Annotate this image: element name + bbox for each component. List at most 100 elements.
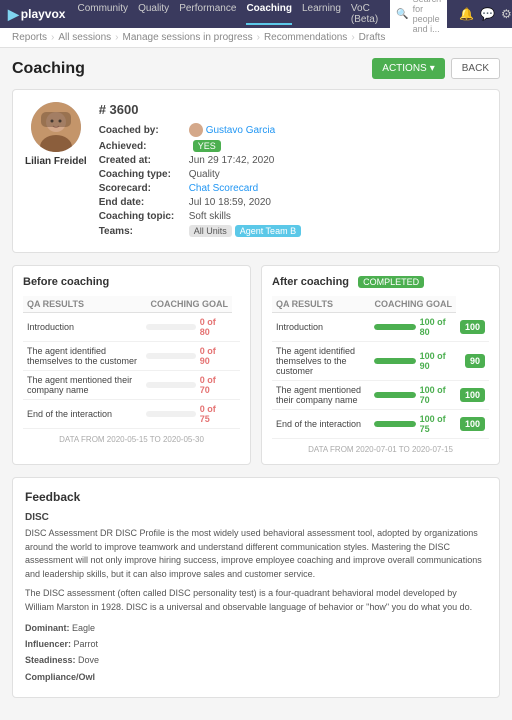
qa-goal: 100 [456,410,489,439]
score-text: 0 of 75 [200,404,228,424]
nav-icons: 🔔 💬 ⚙ ❓ 👤 [459,7,512,21]
qa-goal: 100 [456,313,489,342]
team-badge-agent-team: Agent Team B [235,225,301,237]
type-label: Coaching type: [99,169,189,180]
agent-avatar-section: Lilian Freidel [25,102,87,240]
score-bar-bg [374,392,416,398]
coach-avatar-sm [189,123,203,137]
created-label: Created at: [99,155,189,166]
before-col-qa: QA RESULTS [23,296,142,313]
qa-label: Introduction [272,313,370,342]
score-text: 0 of 70 [200,375,228,395]
feedback-text-2: The DISC assessment (often called DISC p… [25,587,487,614]
score-text: 0 of 80 [200,317,228,337]
achieved-row: Achieved: YES [99,140,487,152]
score-bar-bg [374,421,416,427]
after-col-goal: COACHING GOAL [370,296,456,313]
qa-label: The agent mentioned their company name [23,371,142,400]
agent-avatar [31,102,81,152]
qa-goal: 100 [456,381,489,410]
table-row: End of the interaction 100 of 75 100 [272,410,489,439]
nav-coaching[interactable]: Coaching [246,3,292,25]
qa-label: End of the interaction [23,400,142,429]
table-row: Introduction 0 of 80 [23,313,240,342]
enddate-value: Jul 10 18:59, 2020 [189,197,271,208]
nav-voc[interactable]: VoC (Beta) [351,3,378,25]
before-coaching-section: Before coaching QA RESULTS COACHING GOAL… [12,265,251,465]
qa-label: Introduction [23,313,142,342]
score-bar-bg [146,411,195,417]
page-title: Coaching [12,60,85,78]
score-bar-bg [374,358,416,364]
qa-score: 100 of 70 [370,381,456,410]
agent-name: Lilian Freidel [25,156,87,167]
coached-by-label: Coached by: [99,125,189,136]
scorecard-row: Scorecard: Chat Scorecard [99,183,487,194]
created-row: Created at: Jun 29 17:42, 2020 [99,155,487,166]
completed-badge: COMPLETED [358,276,424,288]
created-value: Jun 29 17:42, 2020 [189,155,275,166]
score-bar-bg [146,353,195,359]
goal-badge: 100 [460,388,485,402]
score-bar [374,392,416,398]
before-coaching-table: QA RESULTS COACHING GOAL Introduction 0 … [23,296,240,429]
back-button[interactable]: BACK [451,58,500,79]
list-item: Influencer: Parrot [25,636,487,652]
coach-name[interactable]: Gustavo Garcia [206,125,275,136]
breadcrumb-all-sessions[interactable]: All sessions [58,32,111,43]
score-text: 100 of 80 [420,317,452,337]
teams-row: Teams: All Units Agent Team B [99,225,487,237]
team-badge-all-units: All Units [189,225,232,237]
scorecard-label: Scorecard: [99,183,189,194]
qa-goal [232,342,240,371]
breadcrumb-reports[interactable]: Reports [12,32,47,43]
nav-quality[interactable]: Quality [138,3,169,25]
coaching-sections: Before coaching QA RESULTS COACHING GOAL… [12,265,500,465]
list-item: Compliance/Owl [25,669,487,685]
breadcrumb-manage-sessions[interactable]: Manage sessions in progress [123,32,253,43]
feedback-text-1: DISC Assessment DR DISC Profile is the m… [25,527,487,581]
teams-label: Teams: [99,226,189,237]
qa-score: 0 of 80 [142,313,232,342]
enddate-label: End date: [99,197,189,208]
qa-score: 0 of 70 [142,371,232,400]
settings-icon[interactable]: ⚙ [501,7,512,21]
actions-label: ACTIONS [382,63,426,74]
score-text: 100 of 70 [420,385,452,405]
breadcrumb-drafts[interactable]: Drafts [359,32,386,43]
header-buttons: ACTIONS ▾ BACK [372,58,500,79]
qa-score: 100 of 75 [370,410,456,439]
breadcrumb-recommendations[interactable]: Recommendations [264,32,347,43]
search-icon: 🔍 [396,9,408,20]
qa-label: End of the interaction [272,410,370,439]
nav-learning[interactable]: Learning [302,3,341,25]
coached-by-row: Coached by: Gustavo Garcia [99,123,487,137]
nav-performance[interactable]: Performance [179,3,236,25]
actions-button[interactable]: ACTIONS ▾ [372,58,444,79]
bell-icon[interactable]: 🔔 [459,7,474,21]
search-placeholder: Search for people and i... [413,0,442,34]
table-row: End of the interaction 0 of 75 [23,400,240,429]
search-bar[interactable]: 🔍 Search for people and i... [390,0,447,36]
qa-goal [232,371,240,400]
topic-label: Coaching topic: [99,211,189,222]
table-row: The agent mentioned their company name 1… [272,381,489,410]
after-coaching-table: QA RESULTS COACHING GOAL Introduction 10… [272,296,489,439]
page-content: Coaching ACTIONS ▾ BACK [0,48,512,720]
chat-icon[interactable]: 💬 [480,7,495,21]
agent-avatar-image [31,102,81,152]
enddate-row: End date: Jul 10 18:59, 2020 [99,197,487,208]
scorecard-value[interactable]: Chat Scorecard [189,183,258,194]
actions-chevron-icon: ▾ [430,63,435,74]
nav-community[interactable]: Community [77,3,128,25]
goal-badge: 90 [465,354,485,368]
qa-label: The agent identified themselves to the c… [272,342,370,381]
list-item: Steadiness: Dove [25,652,487,668]
topic-value: Soft skills [189,211,231,222]
score-bar [374,324,416,330]
topic-row: Coaching topic: Soft skills [99,211,487,222]
qa-goal [232,400,240,429]
logo-text: playvox [21,7,66,21]
after-coaching-title: After coaching COMPLETED [272,276,489,288]
after-col-qa: QA RESULTS [272,296,370,313]
